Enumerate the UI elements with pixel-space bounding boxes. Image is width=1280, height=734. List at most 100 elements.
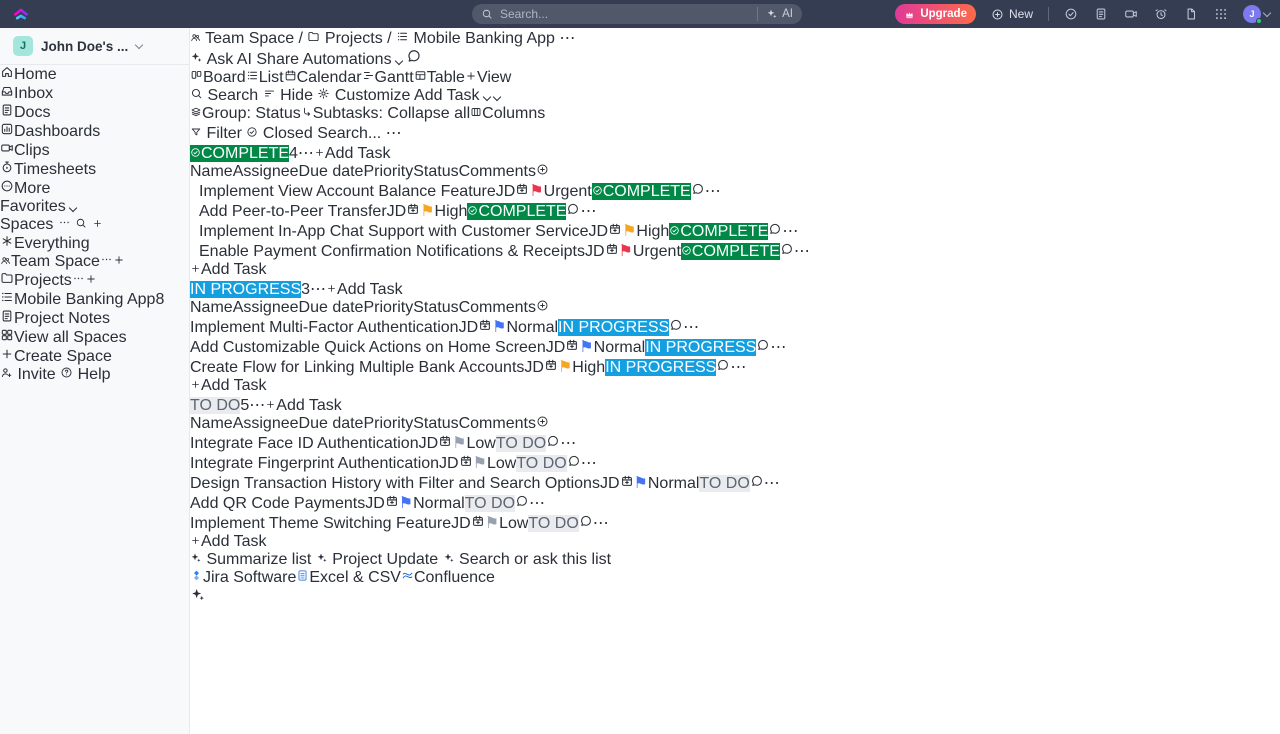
- status-cell[interactable]: IN PROGRESS: [645, 339, 756, 356]
- group-add-task-button[interactable]: Add Task: [326, 281, 403, 298]
- spaces-search-icon[interactable]: [75, 217, 87, 229]
- filter-button[interactable]: Filter: [190, 125, 246, 142]
- comments-cell[interactable]: [716, 359, 730, 376]
- add-task-row[interactable]: Add Task: [190, 533, 1280, 551]
- task-row[interactable]: Add QR Code PaymentsJD⚑NormalTO DO⋯: [190, 493, 1280, 513]
- add-column-icon[interactable]: [536, 299, 549, 316]
- assignee-cell[interactable]: JD: [387, 203, 407, 220]
- status-badge[interactable]: COMPLETE: [467, 203, 566, 220]
- column-header-assignee[interactable]: Assignee: [233, 299, 299, 316]
- status-cell[interactable]: TO DO: [496, 435, 546, 452]
- group-status-badge[interactable]: COMPLETE: [190, 145, 289, 162]
- task-row[interactable]: Enable Payment Confirmation Notification…: [190, 241, 1280, 261]
- priority-cell[interactable]: ⚑Normal: [399, 495, 465, 512]
- task-row[interactable]: Add Peer-to-Peer TransferJD⚑HighCOMPLETE…: [190, 201, 1280, 221]
- more-icon[interactable]: [72, 272, 85, 285]
- automations-button[interactable]: Automations: [303, 51, 407, 68]
- assignee-cell[interactable]: JD: [419, 435, 439, 452]
- row-more-icon[interactable]: ⋯: [593, 515, 609, 532]
- comments-cell[interactable]: [515, 495, 529, 512]
- apps-grid-icon[interactable]: [1214, 7, 1228, 21]
- spaces-more-icon[interactable]: [58, 216, 71, 229]
- group-add-task-button[interactable]: Add Task: [314, 145, 391, 162]
- priority-cell[interactable]: ⚑Low: [485, 515, 529, 532]
- comments-cell[interactable]: [768, 223, 782, 240]
- add-icon[interactable]: [113, 254, 125, 266]
- comments-cell[interactable]: [579, 515, 593, 532]
- sidebar-item-inbox[interactable]: Inbox: [0, 84, 189, 103]
- tab-table[interactable]: Table: [414, 69, 465, 86]
- column-header-name[interactable]: Name: [190, 163, 233, 180]
- alarm-icon[interactable]: [1154, 7, 1168, 21]
- group-more-icon[interactable]: ⋯: [298, 145, 314, 162]
- task-name[interactable]: Integrate Face ID Authentication: [190, 435, 419, 452]
- task-name[interactable]: Enable Payment Confirmation Notification…: [199, 243, 585, 260]
- due-date-cell[interactable]: [515, 183, 529, 200]
- row-more-icon[interactable]: ⋯: [683, 319, 699, 336]
- column-header-name[interactable]: Name: [190, 415, 233, 432]
- share-button[interactable]: Share: [256, 51, 302, 68]
- assignee-cell[interactable]: JD: [496, 183, 516, 200]
- column-header-status[interactable]: Status: [413, 163, 458, 180]
- group-more-icon[interactable]: ⋯: [310, 281, 326, 298]
- assignee-cell[interactable]: JD: [585, 243, 605, 260]
- closed-toggle[interactable]: Closed: [246, 125, 317, 142]
- column-header-due-date[interactable]: Due date: [299, 163, 364, 180]
- sidebar-item-clips[interactable]: Clips: [0, 141, 189, 160]
- tab-calendar[interactable]: Calendar: [284, 69, 362, 86]
- status-badge[interactable]: COMPLETE: [669, 223, 768, 240]
- due-date-cell[interactable]: [478, 319, 492, 336]
- add-task-dropdown[interactable]: [484, 87, 490, 104]
- column-header-name[interactable]: Name: [190, 299, 233, 316]
- status-badge[interactable]: TO DO: [516, 455, 566, 472]
- integration-jira-software[interactable]: Jira Software: [190, 569, 296, 586]
- column-header-status[interactable]: Status: [413, 415, 458, 432]
- due-date-cell[interactable]: [544, 359, 558, 376]
- sidebar-item-view-all-spaces[interactable]: View all Spaces: [0, 328, 189, 347]
- task-row[interactable]: Add Customizable Quick Actions on Home S…: [190, 337, 1280, 357]
- ask-ai-button[interactable]: Ask AI: [190, 51, 256, 68]
- status-badge[interactable]: COMPLETE: [681, 243, 780, 260]
- priority-cell[interactable]: ⚑Normal: [492, 319, 558, 336]
- due-date-cell[interactable]: [459, 455, 473, 472]
- more-options-icon[interactable]: ⋯: [386, 125, 402, 142]
- priority-cell[interactable]: ⚑High: [558, 359, 605, 376]
- task-status-circle[interactable]: [190, 183, 199, 200]
- add-icon[interactable]: [85, 273, 97, 285]
- assignee-cell[interactable]: JD: [600, 475, 620, 492]
- task-name[interactable]: Design Transaction History with Filter a…: [190, 475, 600, 492]
- add-column-icon[interactable]: [536, 163, 549, 180]
- row-more-icon[interactable]: ⋯: [794, 243, 810, 260]
- task-row[interactable]: Design Transaction History with Filter a…: [190, 473, 1280, 493]
- doc-icon[interactable]: [1184, 7, 1198, 21]
- task-row[interactable]: Integrate Fingerprint AuthenticationJD⚑L…: [190, 453, 1280, 473]
- status-cell[interactable]: TO DO: [528, 515, 578, 532]
- add-column-icon[interactable]: [536, 415, 549, 432]
- due-date-cell[interactable]: [471, 515, 485, 532]
- comments-cell[interactable]: [780, 243, 794, 260]
- chat-icon[interactable]: [406, 48, 422, 64]
- due-date-cell[interactable]: [620, 475, 634, 492]
- sidebar-space-item-projects[interactable]: Projects: [0, 271, 189, 290]
- row-more-icon[interactable]: ⋯: [705, 183, 721, 200]
- status-badge[interactable]: IN PROGRESS: [605, 359, 716, 376]
- sidebar-item-dashboards[interactable]: Dashboards: [0, 122, 189, 141]
- account-menu[interactable]: J: [1243, 5, 1270, 23]
- comments-cell[interactable]: [756, 339, 770, 356]
- task-name[interactable]: Create Flow for Linking Multiple Bank Ac…: [190, 359, 524, 376]
- assignee-cell[interactable]: JD: [365, 495, 385, 512]
- column-header-priority[interactable]: Priority: [363, 299, 413, 316]
- status-badge[interactable]: COMPLETE: [592, 183, 691, 200]
- workspace-switcher[interactable]: J John Doe's ...: [0, 28, 189, 65]
- assignee-cell[interactable]: JD: [451, 515, 471, 532]
- upgrade-button[interactable]: Upgrade: [895, 4, 976, 24]
- group-add-task-button[interactable]: Add Task: [265, 397, 342, 414]
- summarize-list-button[interactable]: Summarize list: [190, 551, 316, 568]
- task-row[interactable]: Implement Theme Switching FeatureJD⚑LowT…: [190, 513, 1280, 533]
- toolbar-pill-columns[interactable]: Columns: [470, 105, 545, 123]
- status-cell[interactable]: TO DO: [465, 495, 515, 512]
- status-cell[interactable]: COMPLETE: [669, 223, 768, 240]
- add-space-button[interactable]: [92, 216, 103, 233]
- toolbar-pill-subtasks[interactable]: Subtasks: Collapse all: [301, 105, 470, 123]
- breadcrumb-team-space[interactable]: Team Space: [205, 30, 294, 47]
